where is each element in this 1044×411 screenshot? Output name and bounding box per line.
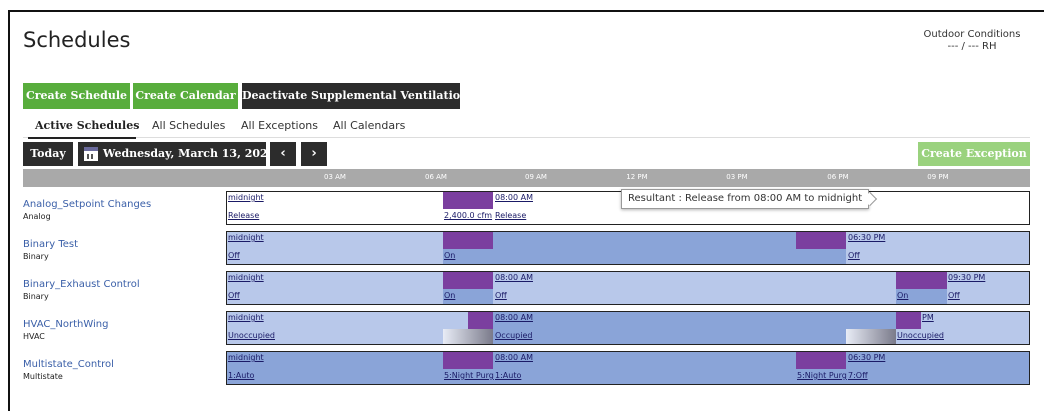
calendar-icon <box>84 147 98 161</box>
schedule-row: Binary Test Binary midnight Off On 06:30… <box>23 228 1030 268</box>
create-schedule-button[interactable]: Create Schedule <box>23 83 130 109</box>
schedule-name-link[interactable]: Analog_Setpoint Changes <box>23 199 151 210</box>
schedule-event-block[interactable] <box>796 352 846 369</box>
schedule-event-block[interactable] <box>796 232 846 249</box>
schedule-timeline-bar[interactable]: midnight 1:Auto 5:Night Purg 08:00 AM 1:… <box>226 351 1030 385</box>
schedule-timeline-bar[interactable]: midnight Unoccupied 08:00 AM Occupied PM… <box>226 311 1030 345</box>
event-time-link[interactable]: midnight <box>228 313 264 322</box>
schedule-event-block[interactable] <box>443 352 493 369</box>
event-value-link[interactable]: Release <box>228 211 259 220</box>
event-value-link[interactable]: On <box>897 291 908 300</box>
schedule-transition-block[interactable] <box>443 329 493 344</box>
event-time-link[interactable]: 08:00 AM <box>495 273 533 282</box>
schedule-timeline-bar[interactable]: midnight Off On 06:30 PM Off <box>226 231 1030 265</box>
event-value-link[interactable]: 7:Off <box>848 371 868 380</box>
event-time-link[interactable]: 06:30 PM <box>848 353 885 362</box>
event-value-link[interactable]: Off <box>495 291 507 300</box>
event-value-link[interactable]: 2,400.0 cfm <box>444 211 492 220</box>
schedule-event-block[interactable] <box>443 272 493 289</box>
page-title: Schedules <box>23 28 131 52</box>
window-frame-left <box>8 10 10 411</box>
event-time-link[interactable]: 08:00 AM <box>495 353 533 362</box>
event-value-link[interactable]: On <box>444 251 455 260</box>
active-tab-indicator <box>28 137 136 139</box>
hour-label: 09 PM <box>927 173 949 181</box>
schedule-on-segment[interactable] <box>443 232 846 264</box>
event-time-link[interactable]: 08:00 AM <box>495 193 533 202</box>
schedule-event-block[interactable] <box>468 312 493 329</box>
event-value-link[interactable]: Off <box>948 291 960 300</box>
schedule-row: Multistate_Control Multistate midnight 1… <box>23 348 1030 388</box>
outdoor-conditions: Outdoor Conditions --- / --- RH <box>912 29 1032 53</box>
deactivate-ventilation-button[interactable]: Deactivate Supplemental Ventilation <box>242 83 468 109</box>
schedule-event-block[interactable] <box>443 232 493 249</box>
tooltip-text: Resultant : Release from 08:00 AM to mid… <box>628 193 863 204</box>
schedule-transition-block[interactable] <box>846 329 896 344</box>
create-calendar-button[interactable]: Create Calendar <box>133 83 238 109</box>
hour-label: 06 PM <box>827 173 849 181</box>
event-value-link[interactable]: Unoccupied <box>228 331 275 340</box>
date-picker-button[interactable]: Wednesday, March 13, 2024 <box>78 142 275 166</box>
schedule-type: Binary <box>23 252 49 261</box>
hour-label: 03 AM <box>324 173 346 181</box>
event-value-link[interactable]: Occupied <box>495 331 532 340</box>
schedule-event-block[interactable] <box>896 272 947 289</box>
schedule-row: Binary_Exhaust Control Binary midnight O… <box>23 268 1030 308</box>
hour-label: 09 AM <box>525 173 547 181</box>
schedule-row: Analog_Setpoint Changes Analog midnight … <box>23 188 1030 228</box>
event-time-link[interactable]: midnight <box>228 353 264 362</box>
tab-all-exceptions[interactable]: All Exceptions <box>241 119 318 132</box>
schedule-type: HVAC <box>23 332 45 341</box>
current-date: Wednesday, March 13, 2024 <box>103 147 276 160</box>
schedule-event-block[interactable] <box>443 192 493 209</box>
hour-label: 06 AM <box>425 173 447 181</box>
event-time-link[interactable]: PM <box>922 313 934 322</box>
tab-all-calendars[interactable]: All Calendars <box>333 119 405 132</box>
event-time-link[interactable]: midnight <box>228 193 264 202</box>
event-time-link[interactable]: 08:00 AM <box>495 313 533 322</box>
today-button[interactable]: Today <box>23 142 73 166</box>
schedule-type: Analog <box>23 212 51 221</box>
outdoor-conditions-value: --- / --- RH <box>947 41 997 52</box>
tab-active-schedules[interactable]: Active Schedules <box>35 119 139 132</box>
event-value-link[interactable]: Off <box>228 291 240 300</box>
hour-label: 12 PM <box>626 173 648 181</box>
event-value-link[interactable]: Off <box>848 251 860 260</box>
event-time-link[interactable]: midnight <box>228 273 264 282</box>
next-day-button[interactable]: › <box>301 142 327 166</box>
schedule-event-block[interactable] <box>896 312 921 329</box>
event-value-link[interactable]: Release <box>495 211 526 220</box>
event-value-link[interactable]: 5:Night Purg <box>444 371 494 380</box>
outdoor-conditions-title: Outdoor Conditions <box>923 29 1021 40</box>
schedule-tooltip: Resultant : Release from 08:00 AM to mid… <box>621 189 878 209</box>
timeline-header: 03 AM 06 AM 09 AM 12 PM 03 PM 06 PM 09 P… <box>23 169 1030 187</box>
schedule-timeline-bar[interactable]: midnight Off On 08:00 AM Off On 09:30 PM… <box>226 271 1030 305</box>
schedule-name-link[interactable]: Binary Test <box>23 239 78 250</box>
schedule-on-segment[interactable] <box>493 312 896 344</box>
event-time-link[interactable]: 06:30 PM <box>848 233 885 242</box>
schedule-name-link[interactable]: HVAC_NorthWing <box>23 319 108 330</box>
create-exception-button[interactable]: Create Exception <box>918 142 1030 166</box>
schedule-type: Multistate <box>23 372 63 381</box>
event-value-link[interactable]: 1:Auto <box>495 371 521 380</box>
event-time-link[interactable]: midnight <box>228 233 264 242</box>
event-value-link[interactable]: On <box>444 291 455 300</box>
hour-label: 03 PM <box>726 173 748 181</box>
schedule-tabs: Active Schedules All Schedules All Excep… <box>23 116 1030 139</box>
prev-day-button[interactable]: ‹ <box>270 142 296 166</box>
window-frame-top <box>8 10 1044 12</box>
event-value-link[interactable]: 1:Auto <box>228 371 254 380</box>
event-value-link[interactable]: 5:Night Purg <box>797 371 847 380</box>
tab-all-schedules[interactable]: All Schedules <box>152 119 225 132</box>
schedule-name-link[interactable]: Binary_Exhaust Control <box>23 279 140 290</box>
schedule-type: Binary <box>23 292 49 301</box>
schedule-name-link[interactable]: Multistate_Control <box>23 359 114 370</box>
event-time-link[interactable]: 09:30 PM <box>948 273 985 282</box>
event-value-link[interactable]: Unoccupied <box>897 331 944 340</box>
event-value-link[interactable]: Off <box>228 251 240 260</box>
schedule-row: HVAC_NorthWing HVAC midnight Unoccupied … <box>23 308 1030 348</box>
